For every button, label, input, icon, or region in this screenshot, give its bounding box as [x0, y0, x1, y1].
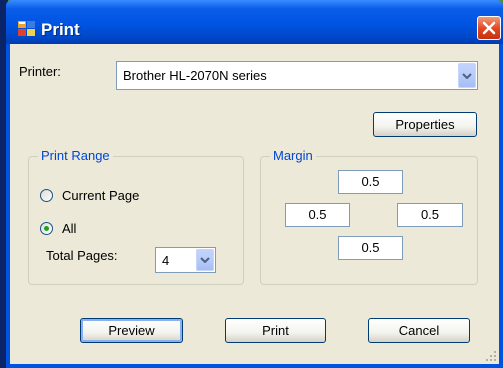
margin-top-input[interactable]: 0.5 [338, 170, 403, 194]
close-icon [482, 21, 496, 35]
total-pages-select[interactable]: 4 [155, 247, 216, 273]
resize-grip[interactable] [485, 350, 497, 362]
print-range-title: Print Range [38, 148, 113, 163]
printer-select-value: Brother HL-2070N series [123, 68, 267, 83]
printer-dropdown-button[interactable] [458, 63, 476, 88]
current-page-label[interactable]: Current Page [62, 188, 139, 203]
current-page-radio[interactable] [40, 189, 53, 202]
margin-bottom-input[interactable]: 0.5 [338, 236, 403, 260]
properties-button[interactable]: Properties [373, 112, 477, 137]
margin-title: Margin [270, 148, 316, 163]
printer-select[interactable]: Brother HL-2070N series [116, 61, 478, 90]
chevron-down-icon [200, 257, 210, 263]
cancel-button[interactable]: Cancel [368, 318, 470, 343]
window-title: Print [41, 20, 80, 39]
all-label[interactable]: All [62, 221, 76, 236]
total-pages-label: Total Pages: [46, 248, 118, 263]
print-button[interactable]: Print [225, 318, 326, 343]
close-button[interactable] [477, 16, 501, 40]
preview-button[interactable]: Preview [80, 318, 183, 343]
printer-app-icon [18, 21, 36, 37]
dialog-client-area: Printer: Brother HL-2070N series Propert… [10, 44, 499, 364]
all-radio[interactable] [40, 222, 53, 235]
margin-right-input[interactable]: 0.5 [397, 203, 463, 227]
chevron-down-icon [462, 72, 472, 79]
printer-label: Printer: [19, 64, 61, 79]
radio-selected-dot [44, 226, 49, 231]
title-bar[interactable]: Print [6, 0, 503, 44]
print-dialog: Print Printer: Brother HL-2070N series P… [6, 0, 503, 368]
total-pages-value: 4 [162, 253, 170, 268]
margin-left-input[interactable]: 0.5 [285, 203, 350, 227]
total-pages-dropdown-button[interactable] [196, 249, 214, 271]
